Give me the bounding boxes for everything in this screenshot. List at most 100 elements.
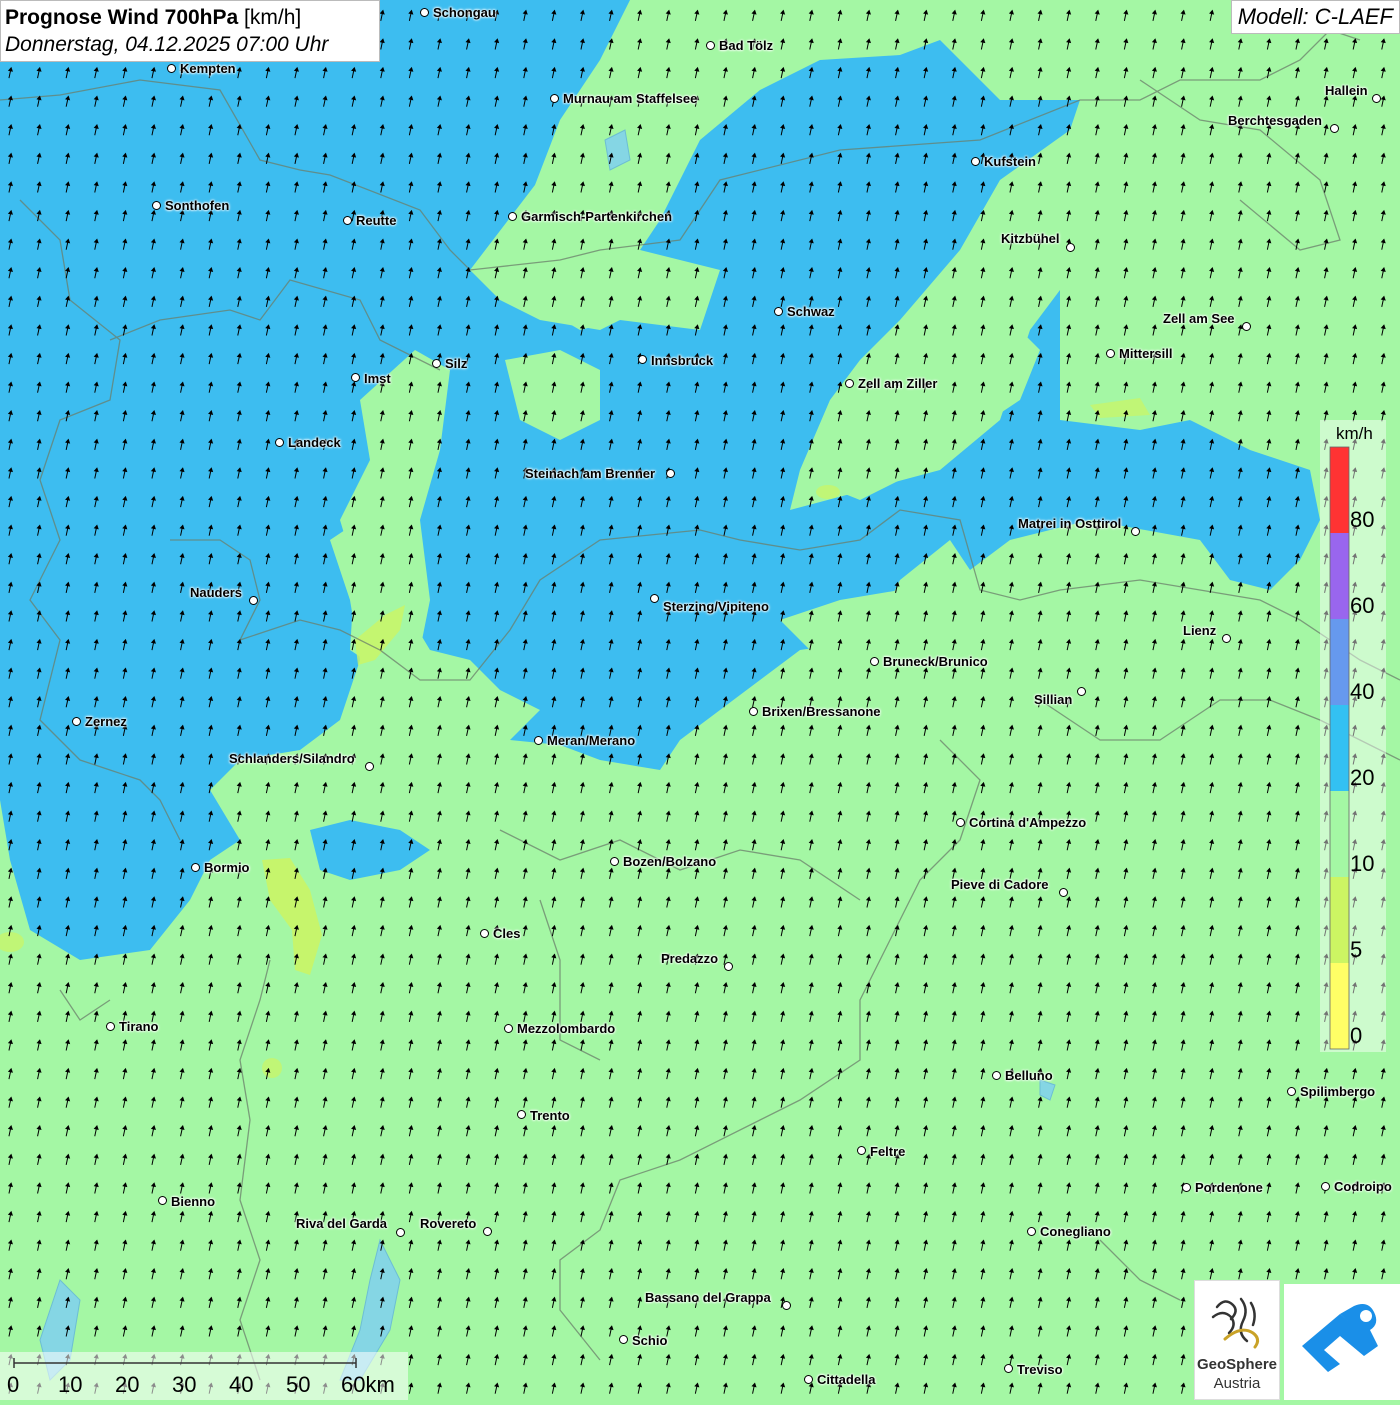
city-label: Feltre [870, 1144, 906, 1159]
city-dot [249, 596, 258, 605]
weak-wind-spot-4 [816, 485, 840, 499]
city-dot [1106, 349, 1115, 358]
city-dot [619, 1335, 628, 1344]
city-dot [956, 818, 965, 827]
city-dot [191, 863, 200, 872]
city-dot [638, 355, 647, 364]
city-dot [1066, 243, 1075, 252]
city-label: Pieve di Cadore [951, 877, 1049, 892]
city-label: Predazzo [661, 951, 719, 966]
city-dot [275, 438, 284, 447]
city-dot [1077, 687, 1086, 696]
legend-unit: km/h [1336, 424, 1373, 443]
city-label: Spilimbergo [1300, 1084, 1376, 1099]
city-dot [666, 469, 675, 478]
model-label: Modell: C-LAEF [1230, 0, 1400, 34]
city-label: Kitzbühel [1001, 231, 1060, 246]
city-label: Schongau [433, 5, 496, 20]
map-title-box: Prognose Wind 700hPa [km/h] Donnerstag, … [0, 0, 380, 62]
city-dot [1027, 1227, 1036, 1236]
city-dot [706, 41, 715, 50]
city-label: Bruneck/Brunico [883, 654, 988, 669]
geosphere-swirl-icon [1211, 1297, 1260, 1349]
city-dot [1004, 1364, 1013, 1373]
city-label: Cles [493, 926, 521, 941]
city-label: Zernez [85, 714, 127, 729]
city-dot [480, 929, 489, 938]
map-title-unit: [km/h] [244, 6, 302, 29]
city-dot [1242, 322, 1251, 331]
legend-label-60: 60 [1350, 593, 1375, 618]
city-dot [504, 1024, 513, 1033]
city-dot [992, 1071, 1001, 1080]
wetter-logo-icon [1302, 1304, 1378, 1372]
legend-label-5: 5 [1350, 937, 1363, 962]
city-label: Riva del Garda [296, 1216, 388, 1231]
city-label: Meran/Merano [547, 733, 636, 748]
city-dot [508, 212, 517, 221]
legend-label-10: 10 [1350, 851, 1375, 876]
city-label: Belluno [1005, 1068, 1053, 1083]
city-dot [1372, 94, 1381, 103]
city-label: Zell am Ziller [858, 376, 938, 391]
map-title-main: Prognose Wind 700hPa [5, 6, 239, 29]
city-dot [804, 1375, 813, 1384]
city-label: Tirano [119, 1019, 159, 1034]
city-dot [517, 1110, 526, 1119]
wetter-logo[interactable] [1284, 1284, 1400, 1400]
map-datetime: Donnerstag, 04.12.2025 07:00 Uhr [5, 33, 329, 56]
city-dot [351, 373, 360, 382]
city-dot [774, 307, 783, 316]
scale-label-20: 20 [115, 1372, 140, 1397]
legend-label-20: 20 [1350, 765, 1375, 790]
city-dot [870, 657, 879, 666]
city-label: Bassano del Grappa [645, 1290, 771, 1305]
city-dot [152, 201, 161, 210]
city-dot [420, 8, 429, 17]
city-label: Innsbruck [651, 353, 714, 368]
city-dot [749, 707, 758, 716]
city-label: Sillian [1034, 692, 1073, 707]
city-label: Trento [530, 1108, 570, 1123]
legend-label-80: 80 [1350, 507, 1375, 532]
city-label: Murnau am Staffelsee [563, 91, 698, 106]
city-dot [1222, 634, 1231, 643]
scale-label-10: 10 [58, 1372, 83, 1397]
city-label: Zell am See [1163, 311, 1235, 326]
city-dot [534, 736, 543, 745]
city-label: Sonthofen [165, 198, 230, 213]
city-label: Schlanders/Silandro [229, 751, 355, 766]
city-label: Brixen/Bressanone [762, 704, 881, 719]
city-dot [1131, 527, 1140, 536]
city-label: Imst [364, 371, 391, 386]
city-dot [782, 1301, 791, 1310]
city-label: Treviso [1017, 1362, 1063, 1377]
city-label: Pordenone [1195, 1180, 1263, 1195]
city-dot [857, 1146, 866, 1155]
city-label: Silz [445, 356, 468, 371]
city-dot [610, 857, 619, 866]
city-dot [396, 1228, 405, 1237]
legend-label-0: 0 [1350, 1023, 1363, 1048]
city-label: Codroipo [1334, 1179, 1392, 1194]
city-dot [724, 962, 733, 971]
city-dot [167, 64, 176, 73]
city-label: Bienno [171, 1194, 216, 1209]
legend-label-40: 40 [1350, 679, 1375, 704]
scale-label-40: 40 [229, 1372, 254, 1397]
city-label: Mezzolombardo [517, 1021, 616, 1036]
city-label: Lienz [1183, 623, 1217, 638]
city-label: Berchtesgaden [1228, 113, 1322, 128]
city-label: Schwaz [787, 304, 835, 319]
city-dot [1330, 124, 1339, 133]
scale-label-60km: 60km [341, 1372, 395, 1397]
city-dot [650, 594, 659, 603]
city-label: Cittadella [817, 1372, 876, 1387]
city-dot [1321, 1182, 1330, 1191]
city-label: Sterzing/Vipiteno [663, 599, 769, 614]
city-label: Bad Tölz [719, 38, 774, 53]
map-title: Prognose Wind 700hPa [km/h] [5, 4, 375, 32]
weak-wind-spot-5 [262, 1058, 282, 1078]
city-label: Hallein [1325, 83, 1368, 98]
city-label: Bozen/Bolzano [623, 854, 717, 869]
